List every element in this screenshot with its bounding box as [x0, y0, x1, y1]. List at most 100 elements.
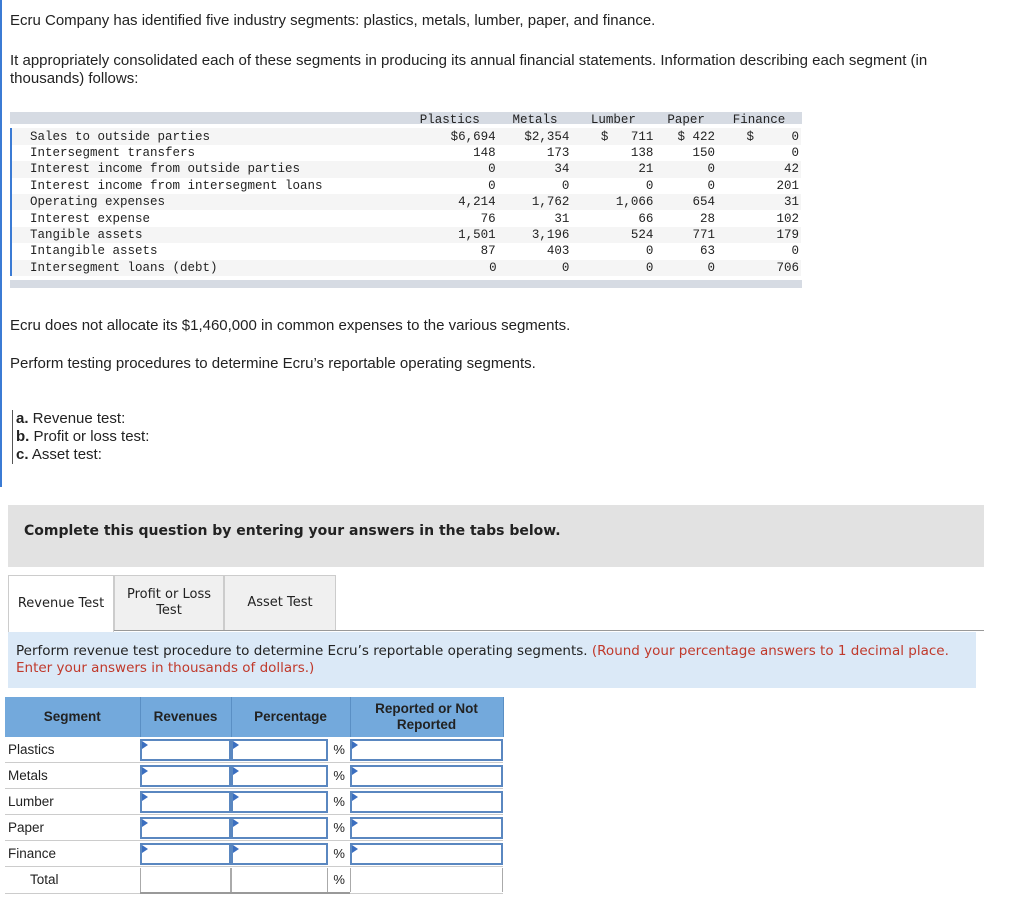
- col-plastics: Plastics: [419, 113, 480, 128]
- row-value: 201: [776, 178, 799, 193]
- percentage-input[interactable]: [231, 738, 329, 761]
- revenues-input[interactable]: [140, 764, 231, 787]
- row-value: 63: [700, 244, 716, 259]
- segment-table-row: Intersegment transfers 148 173 138 150 0: [10, 144, 801, 162]
- tab-instruction: Perform revenue test procedure to determ…: [8, 632, 976, 688]
- intro-paragraph-2: It appropriately consolidated each of th…: [10, 52, 928, 87]
- tab-revenue-test[interactable]: Revenue Test: [8, 575, 114, 632]
- reported-input[interactable]: [350, 764, 503, 787]
- reported-input[interactable]: [350, 790, 503, 813]
- row-label: Tangible assets: [10, 226, 402, 244]
- row-value: 21: [571, 161, 656, 178]
- total-label: Total: [5, 866, 140, 894]
- row-value: 0: [707, 178, 716, 193]
- row-value: 0: [791, 244, 799, 259]
- segment-label: Metals: [5, 762, 140, 789]
- segment-table-row: Sales to outside parties $6,694 $2,354 $ 71…: [10, 128, 801, 145]
- part-b: b. Profit or loss test:: [16, 428, 150, 445]
- percent-sign: %: [328, 762, 350, 789]
- tab-profit-or-loss-test[interactable]: Profit or Loss Test: [114, 575, 224, 630]
- col-metals: Metals: [512, 113, 558, 128]
- row-label: Interest expense: [10, 210, 402, 227]
- row-value: 31: [717, 193, 801, 211]
- row-value: 524: [571, 226, 656, 244]
- row-value: 0: [655, 161, 718, 178]
- percent-sign: %: [328, 737, 350, 763]
- row-value: 0: [655, 259, 718, 276]
- revenues-input[interactable]: [140, 842, 231, 865]
- segment-table-row: Tangible assets 1,501 3,196 524 771 179: [10, 226, 801, 244]
- row-label: Intersegment transfers: [10, 144, 402, 162]
- row-value: 4,214: [402, 193, 499, 211]
- segment-label: Lumber: [5, 788, 140, 815]
- answer-row: Lumber %: [5, 788, 503, 815]
- row-value: 771: [655, 226, 718, 244]
- percent-sign: %: [328, 866, 350, 894]
- header-reported: Reported or Not Reported: [350, 697, 504, 737]
- row-value: 0: [561, 178, 570, 193]
- row-value: 706: [717, 259, 801, 276]
- revenues-input[interactable]: [140, 816, 231, 839]
- answer-row: Finance %: [5, 840, 503, 867]
- row-value: 173: [546, 145, 570, 160]
- tab-asset-test[interactable]: Asset Test: [224, 575, 336, 630]
- part-a: a. Revenue test:: [16, 410, 126, 427]
- percentage-input[interactable]: [231, 816, 329, 839]
- percentage-input[interactable]: [231, 764, 329, 787]
- revenues-input[interactable]: [140, 738, 231, 761]
- percentage-input[interactable]: [231, 842, 329, 865]
- segment-table-row: Intersegment loans (debt) 0 0 0 0 706: [10, 259, 801, 276]
- col-lumber: Lumber: [590, 113, 636, 128]
- revenue-test-table: Segment Revenues Percentage Reported or …: [5, 697, 504, 894]
- row-value: 87: [480, 244, 496, 259]
- row-value: 1,762: [498, 193, 572, 211]
- intro-paragraph-1: Ecru Company has identified five industr…: [10, 12, 656, 29]
- row-value: 1,501: [402, 226, 499, 244]
- row-label: Interest income from outside parties: [10, 161, 402, 178]
- reported-input[interactable]: [350, 842, 503, 865]
- row-value: 0: [488, 178, 496, 193]
- reported-input[interactable]: [350, 816, 503, 839]
- row-value: 76: [480, 211, 496, 226]
- row-value: 42: [717, 161, 801, 178]
- question-intro: Ecru Company has identified five industr…: [0, 0, 1012, 487]
- row-value: 0: [498, 259, 572, 276]
- row-label: Intersegment loans (debt): [10, 259, 402, 276]
- task-instruction: Perform testing procedures to determine …: [10, 355, 536, 372]
- revenues-input[interactable]: [140, 790, 231, 813]
- segment-table-row: Interest expense 76 31 66 28 102: [10, 210, 801, 227]
- answer-tabs: Revenue Test Profit or Loss Test Asset T…: [8, 575, 984, 632]
- row-value: 0: [791, 145, 799, 160]
- row-value: 0: [571, 259, 656, 276]
- row-value: 34: [498, 161, 572, 178]
- row-value: 28: [700, 211, 716, 226]
- total-reported: [350, 867, 503, 892]
- row-value: 654: [655, 193, 718, 211]
- answer-row: Plastics %: [5, 737, 503, 763]
- answer-row: Metals %: [5, 762, 503, 789]
- header-percentage: Percentage: [231, 697, 351, 737]
- header-segment: Segment: [5, 697, 141, 737]
- row-value: 0: [645, 178, 654, 193]
- row-value: 66: [638, 211, 654, 226]
- row-value: 150: [692, 145, 716, 160]
- row-label: Sales to outside parties: [10, 128, 402, 145]
- total-percentage: [231, 867, 329, 892]
- segment-table-row: Interest income from outside parties 0 34 2…: [10, 161, 801, 178]
- row-value: 148: [473, 145, 496, 160]
- answer-row: Paper %: [5, 814, 503, 841]
- reported-input[interactable]: [350, 738, 503, 761]
- row-value: 138: [630, 145, 654, 160]
- header-revenues: Revenues: [140, 697, 232, 737]
- row-value: $2,354: [498, 128, 572, 145]
- question-parts-list: a. Revenue test: b. Profit or loss test:…: [12, 410, 149, 464]
- row-value: 3,196: [498, 226, 572, 244]
- col-paper: Paper: [667, 113, 705, 128]
- percent-sign: %: [328, 814, 350, 841]
- row-value: $6,694: [402, 128, 499, 145]
- percentage-input[interactable]: [231, 790, 329, 813]
- banner-text: Complete this question by entering your …: [24, 523, 561, 539]
- row-label: Interest income from intersegment loans: [10, 177, 402, 194]
- row-label: Operating expenses: [10, 193, 402, 211]
- row-value: 403: [546, 244, 570, 259]
